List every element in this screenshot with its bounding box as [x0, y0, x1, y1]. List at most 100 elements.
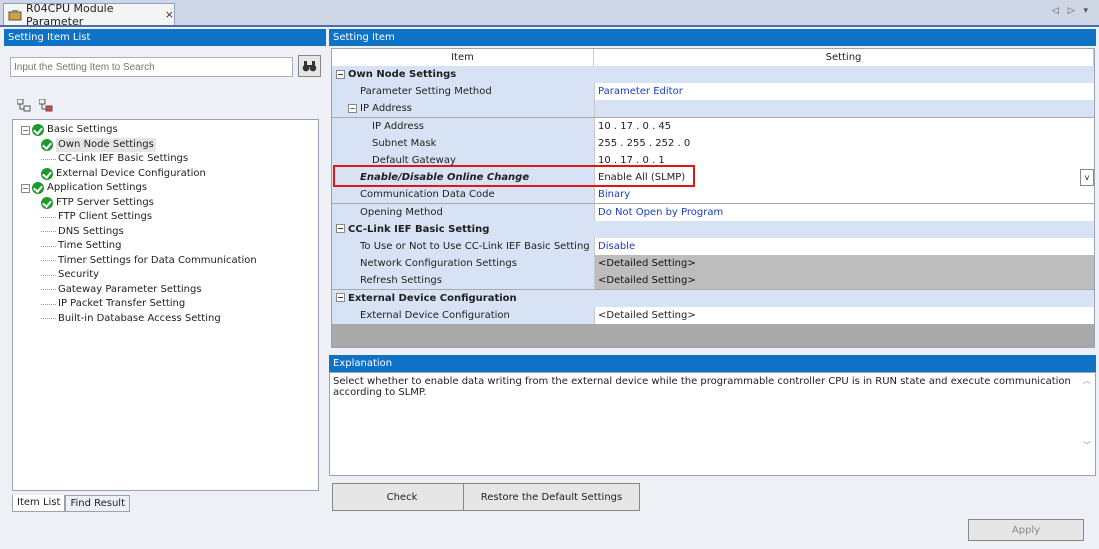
search-input[interactable]	[10, 57, 293, 77]
collapse-icon[interactable]: −	[21, 183, 30, 193]
grid-setting-cell[interactable]: Parameter Editor	[594, 83, 1094, 101]
grid-setting-cell[interactable]	[594, 289, 1094, 307]
setting-tree: − Basic Settings Own Node Settings CC-Link …	[12, 119, 319, 491]
tree-item[interactable]: IP Packet Transfer Setting	[41, 297, 185, 311]
tree-item-label: Gateway Parameter Settings	[58, 283, 202, 295]
grid-item-cell: External Device Configuration	[332, 306, 594, 324]
grid-item-label: CC-Link IEF Basic Setting	[348, 223, 490, 235]
grid-row[interactable]: Communication Data Code Binary	[332, 186, 1094, 204]
setting-value: <Detailed Setting>	[598, 258, 696, 270]
grid-setting-cell[interactable]	[594, 100, 1094, 118]
grid-item-label: Parameter Setting Method	[360, 86, 492, 98]
check-icon	[32, 124, 44, 136]
grid-row[interactable]: Parameter Setting Method Parameter Editor	[332, 83, 1094, 101]
tree-item-label: Security	[58, 269, 100, 280]
grid-header-row: Item Setting	[332, 49, 1094, 66]
check-icon	[41, 196, 53, 209]
tree-line	[41, 318, 56, 319]
tree-item[interactable]: CC-Link IEF Basic Settings	[41, 152, 188, 166]
grid-row[interactable]: Subnet Mask 255 . 255 . 252 . 0	[332, 134, 1094, 152]
grid-item-cell: − Own Node Settings	[332, 66, 594, 83]
tree-item-label: Timer Settings for Data Communication	[58, 254, 257, 266]
tree-item-label: FTP Client Settings	[58, 211, 153, 222]
collapse-icon[interactable]: −	[21, 125, 30, 135]
tab-find-result[interactable]: Find Result	[65, 495, 131, 512]
grid-item-cell: Subnet Mask	[332, 134, 594, 152]
grid-item-label: IP Address	[372, 120, 424, 132]
setting-value: <Detailed Setting>	[598, 275, 696, 287]
tree-item[interactable]: Gateway Parameter Settings	[41, 283, 202, 297]
tree-item-label: Application Settings	[47, 182, 148, 193]
grid-row[interactable]: − CC-Link IEF Basic Setting	[332, 220, 1094, 238]
check-icon	[41, 138, 53, 151]
check-button[interactable]: Check	[332, 483, 472, 511]
collapse-icon[interactable]: −	[336, 293, 345, 303]
tree-item-label: Time Setting	[58, 240, 122, 251]
apply-button[interactable]: Apply	[968, 519, 1084, 541]
grid-setting-cell[interactable]: Binary	[594, 186, 1094, 204]
explanation-scrollbar[interactable]: ︿ ﹀	[1081, 375, 1093, 475]
dropdown-arrow-icon[interactable]: v	[1080, 169, 1094, 187]
grid-row[interactable]: Opening Method Do Not Open by Program	[332, 203, 1094, 221]
tree-item[interactable]: External Device Configuration	[41, 167, 206, 181]
tree-item[interactable]: Timer Settings for Data Communication	[41, 254, 257, 268]
grid-setting-cell[interactable]	[594, 220, 1094, 238]
tree-item-label: External Device Configuration	[56, 167, 206, 179]
tree-item[interactable]: FTP Server Settings	[41, 196, 154, 210]
grid-item-cell: − CC-Link IEF Basic Setting	[332, 220, 594, 238]
grid-row[interactable]: To Use or Not to Use CC-Link IEF Basic S…	[332, 238, 1094, 255]
tree-item-label: Built-in Database Access Setting	[58, 312, 221, 324]
grid-item-cell: Network Configuration Settings	[332, 255, 594, 273]
setting-value: Binary	[598, 189, 631, 201]
expand-all-icon[interactable]	[17, 99, 31, 112]
tab-scroll-arrows[interactable]: ◁ ▷ ▾	[1052, 6, 1091, 16]
tree-item[interactable]: − Application Settings	[21, 181, 147, 195]
grid-setting-cell[interactable]	[594, 66, 1094, 83]
tree-item[interactable]: Time Setting	[41, 239, 121, 253]
grid-setting-cell[interactable]: <Detailed Setting>	[594, 255, 1094, 273]
grid-item-cell: − External Device Configuration	[332, 289, 594, 307]
grid-setting-cell[interactable]: 10 . 17 . 0 . 45	[594, 117, 1094, 135]
tree-line	[41, 289, 56, 290]
grid-row[interactable]: External Device Configuration <Detailed S…	[332, 306, 1094, 324]
grid-item-cell: Communication Data Code	[332, 186, 594, 204]
collapse-icon[interactable]: −	[336, 224, 345, 234]
grid-setting-cell[interactable]: 255 . 255 . 252 . 0	[594, 134, 1094, 152]
column-item-header: Item	[332, 49, 594, 66]
setting-item-panel: Setting Item	[329, 29, 1096, 46]
check-icon	[41, 167, 53, 180]
setting-item-list-header: Setting Item List	[4, 29, 326, 46]
tree-item[interactable]: FTP Client Settings	[41, 210, 152, 224]
grid-row[interactable]: IP Address 10 . 17 . 0 . 45	[332, 117, 1094, 135]
tab-module-parameter[interactable]: R04CPU Module Parameter ×	[3, 2, 175, 28]
close-tab-icon[interactable]: ×	[165, 8, 174, 21]
grid-item-cell: − IP Address	[332, 100, 594, 118]
grid-setting-cell[interactable]: <Detailed Setting>	[594, 272, 1094, 290]
grid-row[interactable]: − IP Address	[332, 100, 1094, 118]
tree-item[interactable]: − Basic Settings	[21, 123, 118, 137]
tree-item[interactable]: DNS Settings	[41, 225, 124, 239]
grid-row[interactable]: Refresh Settings <Detailed Setting>	[332, 272, 1094, 290]
explanation-text-area: Select whether to enable data writing fr…	[329, 372, 1096, 476]
tree-item[interactable]: Built-in Database Access Setting	[41, 312, 221, 326]
restore-default-button[interactable]: Restore the Default Settings	[463, 483, 640, 511]
tree-line	[41, 216, 56, 218]
grid-row[interactable]: − Own Node Settings	[332, 66, 1094, 83]
tree-item-label: CC-Link IEF Basic Settings	[58, 153, 189, 164]
grid-setting-cell[interactable]: <Detailed Setting>	[594, 306, 1094, 324]
explanation-panel: Explanation	[329, 355, 1096, 372]
search-button[interactable]	[298, 55, 321, 77]
left-bottom-tabs: Item List Find Result	[12, 495, 131, 512]
collapse-icon[interactable]: −	[348, 103, 357, 113]
grid-setting-cell[interactable]: Disable	[594, 238, 1094, 255]
grid-row[interactable]: Network Configuration Settings <Detailed …	[332, 255, 1094, 273]
collapse-all-icon[interactable]	[39, 99, 53, 112]
grid-setting-cell[interactable]: Do Not Open by Program	[594, 203, 1094, 221]
grid-item-label: Communication Data Code	[360, 189, 495, 201]
tree-item[interactable]: Security	[41, 268, 99, 282]
grid-row[interactable]: − External Device Configuration	[332, 289, 1094, 307]
grid-item-cell: Opening Method	[332, 203, 594, 221]
tree-item[interactable]: Own Node Settings	[41, 137, 156, 152]
collapse-icon[interactable]: −	[336, 69, 345, 79]
tab-item-list[interactable]: Item List	[12, 495, 66, 512]
